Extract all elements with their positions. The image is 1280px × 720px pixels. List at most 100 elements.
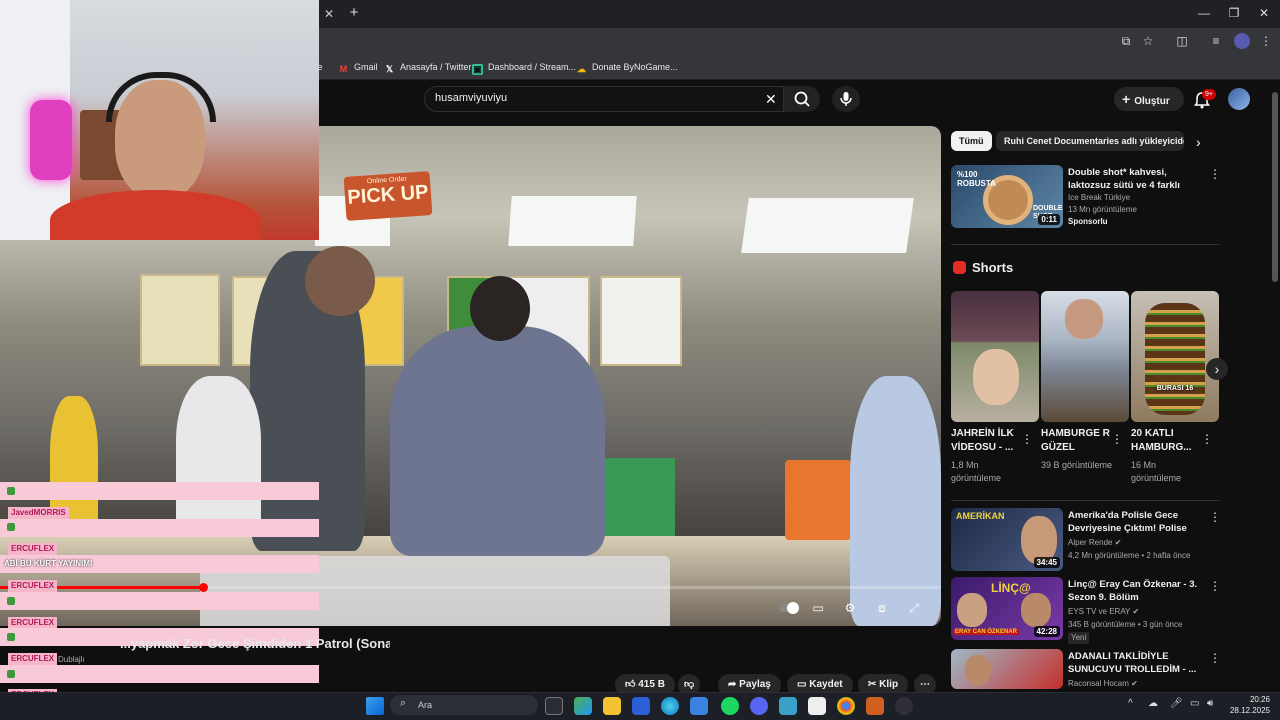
shorts-next-icon[interactable]: ›	[1206, 358, 1228, 380]
video-channel[interactable]: Raconsal Hocam ✔	[1068, 678, 1138, 690]
clear-search-icon[interactable]: ✕	[765, 91, 777, 108]
bookmark-donate[interactable]: ☁ Donate ByNoGame...	[576, 59, 678, 75]
new-tab-button[interactable]: +	[345, 4, 363, 22]
short-thumbnail[interactable]	[1041, 291, 1129, 422]
create-button[interactable]: + Oluştur	[1114, 87, 1184, 111]
cast-icon[interactable]: ⧉	[1118, 33, 1134, 49]
network-icon[interactable]: ▭	[1190, 698, 1199, 709]
more-options-icon[interactable]: ⋮	[1209, 651, 1221, 665]
mail-icon[interactable]	[690, 697, 708, 715]
short-title[interactable]: HAMBURGE R GÜZEL	[1041, 427, 1111, 455]
chrome-icon[interactable]	[837, 697, 855, 715]
chat-username: ERCUFLEX	[8, 653, 58, 665]
ad-thumbnail[interactable]: %100 ROBUSTA DOUBLE SHOT 0:11	[951, 165, 1063, 228]
video-channel[interactable]: Alper Rende ✔	[1068, 537, 1121, 549]
close-tab-icon[interactable]: ✕	[320, 6, 338, 22]
ad-title[interactable]: Double shot* kahvesi, laktozsuz sütü ve …	[1068, 166, 1204, 192]
short-title[interactable]: JAHREİN İLK VİDEOSU - ...	[951, 427, 1021, 455]
tray-app-icon[interactable]: ☁	[1148, 698, 1158, 709]
video-title-link[interactable]: ADANALI TAKLİDİYLE SUNUCUYU TROLLEDİM - …	[1068, 650, 1204, 676]
search-button[interactable]	[784, 86, 820, 112]
ad-channel[interactable]: Ice Break Türkiye	[1068, 192, 1130, 204]
chevron-right-icon[interactable]: ›	[1196, 134, 1201, 150]
taskbar-search-placeholder: Ara	[418, 700, 433, 710]
search-input[interactable]: husamviyuviyu	[435, 92, 507, 104]
widgets-icon[interactable]	[574, 697, 592, 715]
bookmark-dashboard[interactable]: ▣ Dashboard / Stream...	[472, 59, 576, 75]
volume-icon[interactable]: 🔊︎	[1207, 698, 1213, 709]
app-icon[interactable]	[779, 697, 797, 715]
minimize-icon[interactable]: —	[1192, 4, 1216, 22]
divider	[951, 500, 1219, 501]
page-scrollbar[interactable]	[1272, 92, 1278, 282]
search-icon: ⌕	[400, 697, 407, 709]
taskbar-search[interactable]: Ara	[390, 695, 538, 715]
epic-games-icon[interactable]	[808, 697, 826, 715]
miniplayer-icon[interactable]: ⧈	[873, 600, 891, 616]
headphones	[106, 72, 216, 122]
chip-uploader[interactable]: Ruhi Cenet Documentaries adlı yükleyicid…	[996, 131, 1184, 151]
video-title-link[interactable]: Linç@ Eray Can Özkenar - 3. Sezon 9. Böl…	[1068, 578, 1204, 604]
more-options-icon[interactable]: ⋮	[1209, 167, 1221, 181]
chat-username: JavedMORRIS	[8, 507, 69, 519]
save-label: Kaydet	[809, 679, 843, 690]
create-label: Oluştur	[1134, 96, 1170, 107]
video-thumbnail[interactable]	[951, 649, 1063, 689]
profile-icon[interactable]	[1234, 33, 1250, 49]
short-views: 39 B görüntüleme	[1041, 460, 1113, 470]
more-options-icon[interactable]: ⋮	[1111, 432, 1123, 446]
video-title-link[interactable]: Amerika'da Polisle Gece Devriyesine Çıkt…	[1068, 509, 1204, 535]
voice-search-button[interactable]	[832, 86, 860, 112]
spotify-icon[interactable]	[721, 697, 739, 715]
browser-menu-icon[interactable]: ⋮	[1258, 33, 1274, 49]
window-close-icon[interactable]: ✕	[1252, 4, 1276, 22]
more-options-icon[interactable]: ⋮	[1209, 510, 1221, 524]
prickly-pear-sign	[605, 458, 675, 536]
autoplay-toggle[interactable]	[778, 600, 799, 616]
video-thumbnail[interactable]: AMERİKAN 34:45	[951, 508, 1063, 571]
search-box[interactable]: husamviyuviyu ✕	[424, 86, 784, 112]
restore-icon[interactable]: ❐	[1222, 4, 1246, 22]
short-title[interactable]: 20 KATLI HAMBURG...	[1131, 427, 1201, 455]
bookmark-star-icon[interactable]: ☆	[1140, 33, 1156, 49]
more-options-icon[interactable]: ⋮	[1209, 579, 1221, 593]
short-thumbnail[interactable]	[951, 291, 1039, 422]
webcam-overlay	[0, 0, 319, 240]
bookmark-gmail[interactable]: M Gmail	[338, 59, 378, 75]
bookmark-twitter[interactable]: 𝕏 Anasayfa / Twitter	[384, 59, 472, 75]
short-views: 1,8 Mn görüntüleme	[951, 460, 1002, 483]
thumbs-down-icon: 👎︎	[684, 679, 695, 690]
clock[interactable]: 20:26 28.12.2025	[1224, 694, 1270, 716]
bynogame-icon: ☁	[577, 64, 586, 74]
more-options-icon[interactable]: ⋮	[1201, 432, 1213, 446]
short-thumbnail[interactable]: BURASI 16	[1131, 291, 1219, 422]
obs-icon[interactable]	[895, 697, 913, 715]
chat-badge-icon	[7, 487, 15, 495]
thumb-person	[957, 593, 987, 627]
settings-gear-icon[interactable]: ⚙	[841, 600, 859, 616]
app-icon[interactable]	[866, 697, 884, 715]
more-options-icon[interactable]: ⋮	[1021, 432, 1033, 446]
progress-handle[interactable]	[199, 583, 208, 592]
person-center	[390, 326, 605, 556]
account-avatar[interactable]	[1228, 88, 1250, 110]
reading-list-icon[interactable]: ≡	[1208, 33, 1224, 49]
task-view-icon[interactable]	[545, 697, 563, 715]
chip-all[interactable]: Tümü	[951, 131, 992, 151]
extensions-icon[interactable]: ◫	[1174, 33, 1190, 49]
microphone-tray-icon[interactable]: 🎤︎	[1170, 698, 1183, 709]
duration-badge: 0:11	[1038, 214, 1060, 225]
store-icon[interactable]	[632, 697, 650, 715]
video-channel[interactable]: EYS TV ve ERAY ✔	[1068, 606, 1139, 618]
chat-username: ERCUFLEX	[8, 580, 58, 592]
short-person	[1065, 299, 1103, 339]
discord-icon[interactable]	[750, 697, 768, 715]
start-icon[interactable]	[366, 697, 384, 715]
duration-badge: 42:28	[1033, 626, 1060, 637]
edge-icon[interactable]	[661, 697, 679, 715]
subtitles-icon[interactable]: ▭	[809, 600, 827, 616]
file-explorer-icon[interactable]	[603, 697, 621, 715]
video-thumbnail[interactable]: LİNÇ@ ERAY CAN ÖZKENAR 42:28	[951, 577, 1063, 640]
tray-chevron-icon[interactable]: ^	[1128, 698, 1133, 709]
fullscreen-icon[interactable]: ⤢	[905, 600, 923, 616]
